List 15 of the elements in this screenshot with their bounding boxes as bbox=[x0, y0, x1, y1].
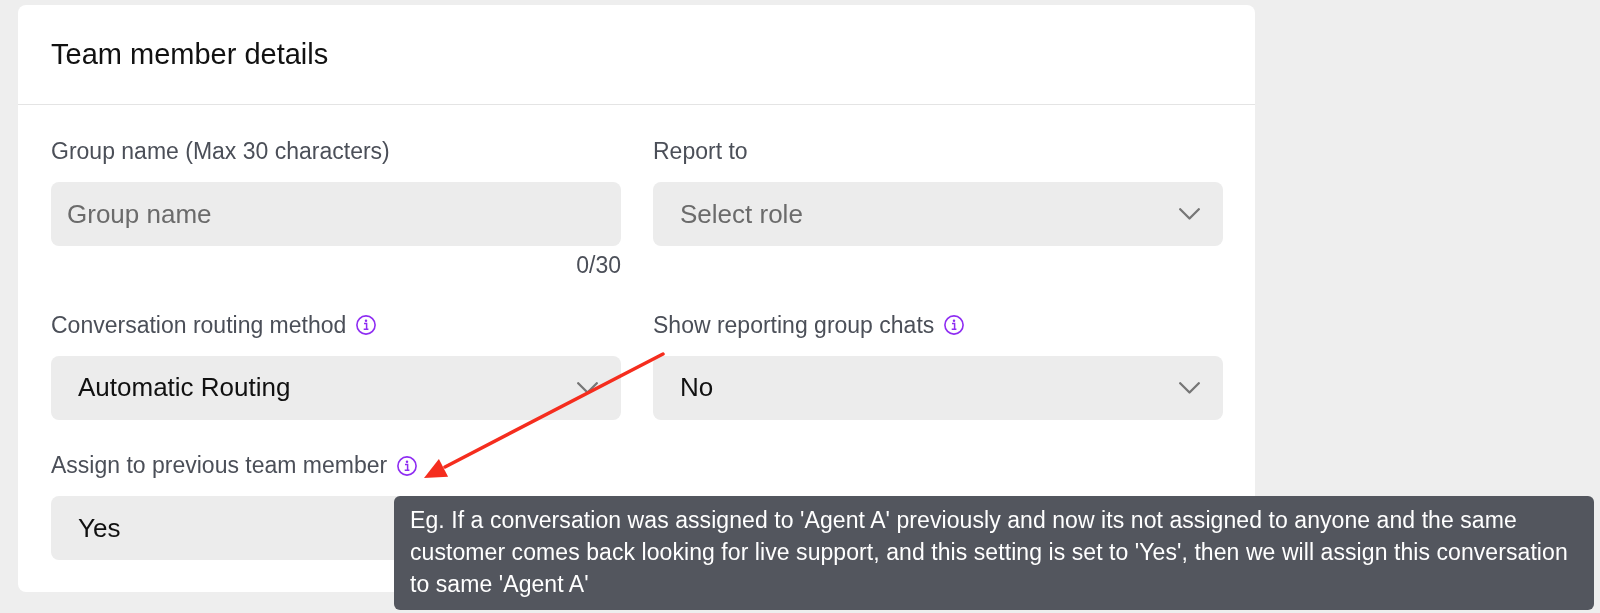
info-icon[interactable] bbox=[356, 315, 377, 335]
field-label: Report to bbox=[653, 138, 748, 165]
tooltip: Eg. If a conversation was assigned to 'Agent A' previously and now its not assigned to anyone and the same customer comes back looking for live support, and this setting is set to 'Yes', then we will assign this conversation to same 'Agent A' bbox=[394, 496, 1594, 610]
field-label: Assign to previous team member bbox=[51, 452, 388, 479]
info-icon[interactable] bbox=[944, 315, 965, 335]
field-label: Conversation routing method bbox=[51, 311, 347, 339]
field-label: Group name (Max 30 characters) bbox=[51, 138, 390, 165]
card-title: Team member details bbox=[51, 37, 329, 72]
info-icon[interactable] bbox=[397, 455, 418, 476]
dropdown[interactable]: Automatic Routing bbox=[51, 355, 621, 420]
text-input[interactable]: Group name bbox=[51, 182, 621, 246]
dropdown[interactable]: Select role bbox=[653, 182, 1223, 246]
dropdown[interactable]: No bbox=[653, 355, 1223, 420]
field-label: Show reporting group chats bbox=[653, 311, 935, 339]
character-counter: 0/30 bbox=[576, 252, 621, 279]
